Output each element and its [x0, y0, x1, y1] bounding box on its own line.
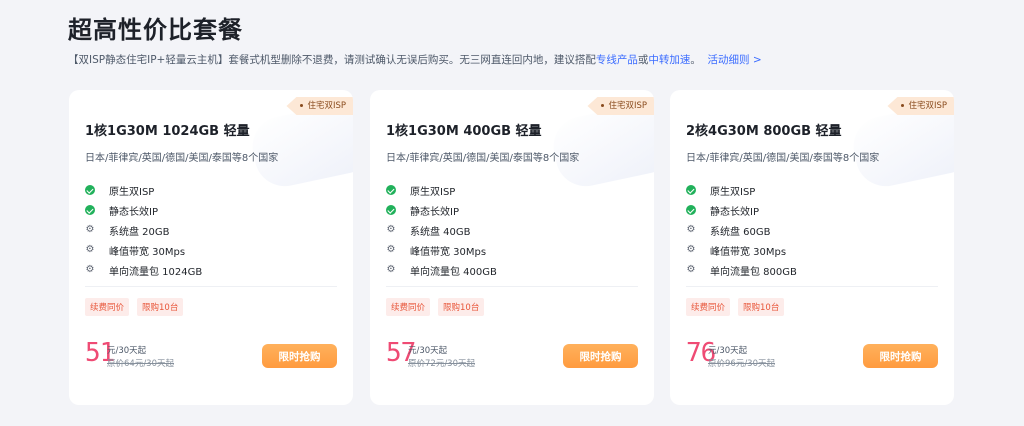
notice-text: 【双ISP静态住宅IP+轻量云主机】套餐式机型删除不退费，请测试确认无误后购买。… [68, 54, 596, 66]
badge-purchase-limit: 限购10台 [438, 298, 485, 316]
feature-text: 系统盘 40GB [410, 226, 471, 238]
divider [85, 286, 337, 287]
price-unit: 元/30天起 [408, 346, 448, 356]
feature-item: ⚙ 峰值带宽 30Mps [386, 240, 497, 260]
plan-regions: 日本/菲律宾/英国/德国/美国/泰国等8个国家 [386, 153, 580, 164]
feature-item: 原生双ISP [686, 180, 797, 200]
plan-ribbon: 住宅双ISP [887, 97, 954, 115]
link-relay-acceleration[interactable]: 中转加速 [648, 54, 690, 66]
feature-item: ⚙ 单向流量包 800GB [686, 260, 797, 280]
feature-text: 单向流量包 400GB [410, 266, 497, 278]
plan-name: 1核1G30M 1024GB 轻量 [85, 124, 250, 139]
feature-text: 峰值带宽 30Mps [410, 246, 487, 258]
feature-item: ⚙ 系统盘 60GB [686, 220, 797, 240]
plan-name: 2核4G30M 800GB 轻量 [686, 124, 842, 139]
check-icon [386, 185, 396, 195]
badge-purchase-limit: 限购10台 [738, 298, 785, 316]
feature-text: 系统盘 60GB [710, 226, 771, 238]
notice-period: 。 [690, 54, 701, 66]
feature-text: 原生双ISP [109, 186, 155, 198]
badge-renew-same-price: 续费同价 [85, 298, 130, 316]
check-icon [686, 205, 696, 215]
badge-row: 续费同价 限购10台 [686, 298, 785, 316]
notice-line: 【双ISP静态住宅IP+轻量云主机】套餐式机型删除不退费，请测试确认无误后购买。… [68, 52, 762, 67]
page-title: 超高性价比套餐 [68, 16, 243, 44]
feature-item: ⚙ 系统盘 20GB [85, 220, 202, 240]
dot-icon [601, 104, 605, 107]
gear-icon: ⚙ [386, 224, 396, 235]
feature-item: ⚙ 峰值带宽 30Mps [85, 240, 202, 260]
plan-regions: 日本/菲律宾/英国/德国/美国/泰国等8个国家 [85, 153, 279, 164]
badge-row: 续费同价 限购10台 [386, 298, 485, 316]
feature-text: 单向流量包 800GB [710, 266, 797, 278]
buy-now-button[interactable]: 限时抢购 [563, 344, 638, 368]
check-icon [386, 205, 396, 215]
feature-text: 原生双ISP [710, 186, 756, 198]
ribbon-label: 住宅双ISP [608, 101, 647, 111]
original-price: 原价64元/30天起 [107, 359, 174, 369]
gear-icon: ⚙ [85, 244, 95, 255]
check-icon [686, 185, 696, 195]
badge-purchase-limit: 限购10台 [137, 298, 184, 316]
link-dedicated-products[interactable]: 专线产品 [596, 54, 638, 66]
feature-text: 静态长效IP [710, 206, 759, 218]
plan-ribbon: 住宅双ISP [286, 97, 353, 115]
ribbon-label: 住宅双ISP [307, 101, 346, 111]
badge-row: 续费同价 限购10台 [85, 298, 184, 316]
feature-text: 静态长效IP [410, 206, 459, 218]
original-price: 原价72元/30天起 [408, 359, 475, 369]
plan-name: 1核1G30M 400GB 轻量 [386, 124, 542, 139]
gear-icon: ⚙ [686, 224, 696, 235]
plan-card: 住宅双ISP 2核4G30M 800GB 轻量 日本/菲律宾/英国/德国/美国/… [670, 90, 954, 405]
original-price: 原价96元/30天起 [708, 359, 775, 369]
gear-icon: ⚙ [686, 244, 696, 255]
badge-renew-same-price: 续费同价 [686, 298, 731, 316]
divider [386, 286, 638, 287]
feature-text: 峰值带宽 30Mps [109, 246, 186, 258]
price-unit: 元/30天起 [708, 346, 748, 356]
gear-icon: ⚙ [85, 264, 95, 275]
buy-now-button[interactable]: 限时抢购 [262, 344, 337, 368]
feature-item: ⚙ 峰值带宽 30Mps [686, 240, 797, 260]
gear-icon: ⚙ [386, 264, 396, 275]
plan-ribbon: 住宅双ISP [587, 97, 654, 115]
link-activity-rules[interactable]: 活动细则 > [708, 54, 762, 66]
feature-item: ⚙ 单向流量包 1024GB [85, 260, 203, 280]
feature-item: ⚙ 单向流量包 400GB [386, 260, 497, 280]
dot-icon [300, 104, 304, 107]
feature-item: 原生双ISP [386, 180, 497, 200]
buy-now-button[interactable]: 限时抢购 [863, 344, 938, 368]
ribbon-label: 住宅双ISP [908, 101, 947, 111]
feature-item: 静态长效IP [85, 200, 202, 220]
gear-icon: ⚙ [85, 224, 95, 235]
plan-card: 住宅双ISP 1核1G30M 400GB 轻量 日本/菲律宾/英国/德国/美国/… [370, 90, 654, 405]
plan-card: 住宅双ISP 1核1G30M 1024GB 轻量 日本/菲律宾/英国/德国/美国… [69, 90, 353, 405]
feature-text: 单向流量包 1024GB [109, 266, 203, 278]
feature-list: 原生双ISP 静态长效IP ⚙ 系统盘 20GB ⚙ 峰值带宽 30Mps ⚙ 单向流… [85, 180, 202, 280]
feature-item: 静态长效IP [686, 200, 797, 220]
gear-icon: ⚙ [686, 264, 696, 275]
divider [686, 286, 938, 287]
feature-text: 峰值带宽 30Mps [710, 246, 787, 258]
feature-item: 原生双ISP [85, 180, 202, 200]
feature-text: 系统盘 20GB [109, 226, 170, 238]
feature-list: 原生双ISP 静态长效IP ⚙ 系统盘 60GB ⚙ 峰值带宽 30Mps ⚙ 单向流… [686, 180, 797, 280]
price-unit: 元/30天起 [107, 346, 147, 356]
feature-text: 静态长效IP [109, 206, 158, 218]
feature-list: 原生双ISP 静态长效IP ⚙ 系统盘 40GB ⚙ 峰值带宽 30Mps ⚙ 单向流… [386, 180, 497, 280]
check-icon [85, 205, 95, 215]
dot-icon [901, 104, 905, 107]
badge-renew-same-price: 续费同价 [386, 298, 431, 316]
gear-icon: ⚙ [386, 244, 396, 255]
check-icon [85, 185, 95, 195]
feature-item: ⚙ 系统盘 40GB [386, 220, 497, 240]
plan-regions: 日本/菲律宾/英国/德国/美国/泰国等8个国家 [686, 153, 880, 164]
feature-text: 原生双ISP [410, 186, 456, 198]
notice-or: 或 [637, 54, 649, 66]
feature-item: 静态长效IP [386, 200, 497, 220]
